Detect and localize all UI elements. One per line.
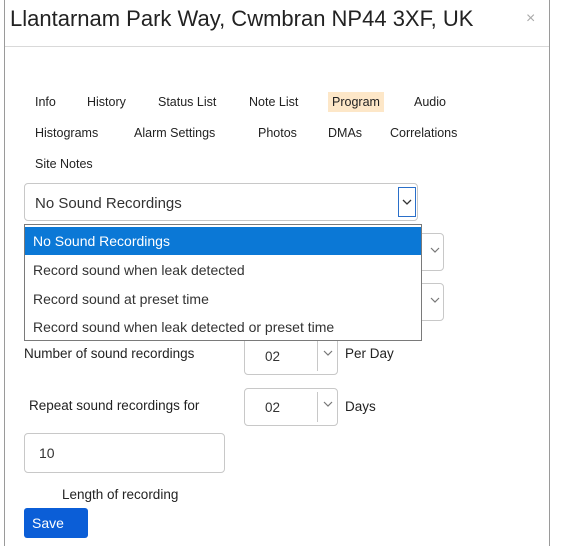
chevron-down-icon — [430, 296, 440, 307]
close-icon[interactable]: × — [526, 10, 535, 28]
tab-program[interactable]: Program — [328, 92, 384, 112]
tab-site-notes[interactable]: Site Notes — [31, 154, 97, 174]
repeat-days-unit: Days — [345, 399, 376, 414]
tab-histograms[interactable]: Histograms — [31, 123, 102, 143]
chevron-down-icon — [323, 349, 333, 360]
option-no-sound-recordings[interactable]: No Sound Recordings — [25, 227, 421, 255]
recordings-count-select[interactable]: 02 — [244, 337, 338, 375]
repeat-days-value: 02 — [265, 400, 281, 415]
sound-mode-select[interactable]: No Sound Recordings — [24, 183, 418, 221]
tab-note-list[interactable]: Note List — [245, 92, 302, 112]
dialog-right-border — [549, 0, 550, 546]
tab-correlations[interactable]: Correlations — [386, 123, 461, 143]
recordings-count-label: Number of sound recordings — [24, 346, 195, 361]
option-record-leak-or-preset[interactable]: Record sound when leak detected or prese… — [25, 313, 421, 341]
repeat-days-select[interactable]: 02 — [244, 388, 338, 426]
tab-history[interactable]: History — [83, 92, 130, 112]
recording-length-label: Length of recording — [62, 487, 179, 502]
save-button[interactable]: Save — [24, 508, 88, 538]
header-divider — [5, 46, 549, 47]
select-divider — [317, 341, 318, 371]
tab-photos[interactable]: Photos — [254, 123, 301, 143]
recording-length-input[interactable]: 10 — [24, 433, 225, 473]
chevron-down-icon — [430, 246, 440, 257]
dialog-left-border — [4, 0, 5, 546]
select-divider — [317, 392, 318, 422]
tab-info[interactable]: Info — [31, 92, 60, 112]
recordings-count-value: 02 — [265, 349, 281, 364]
sound-mode-value: No Sound Recordings — [35, 195, 182, 212]
recordings-count-unit: Per Day — [345, 346, 394, 361]
tab-audio[interactable]: Audio — [410, 92, 450, 112]
tab-status-list[interactable]: Status List — [154, 92, 220, 112]
tab-alarm-settings[interactable]: Alarm Settings — [130, 123, 219, 143]
dialog-title: Llantarnam Park Way, Cwmbran NP44 3XF, U… — [10, 6, 474, 31]
sound-mode-options: No Sound Recordings Record sound when le… — [24, 224, 422, 341]
tab-dmas[interactable]: DMAs — [324, 123, 366, 143]
chevron-down-icon[interactable] — [398, 187, 416, 217]
option-record-on-leak[interactable]: Record sound when leak detected — [25, 256, 421, 284]
repeat-label: Repeat sound recordings for — [29, 398, 200, 413]
chevron-down-icon — [323, 400, 333, 411]
option-record-preset-time[interactable]: Record sound at preset time — [25, 285, 421, 313]
